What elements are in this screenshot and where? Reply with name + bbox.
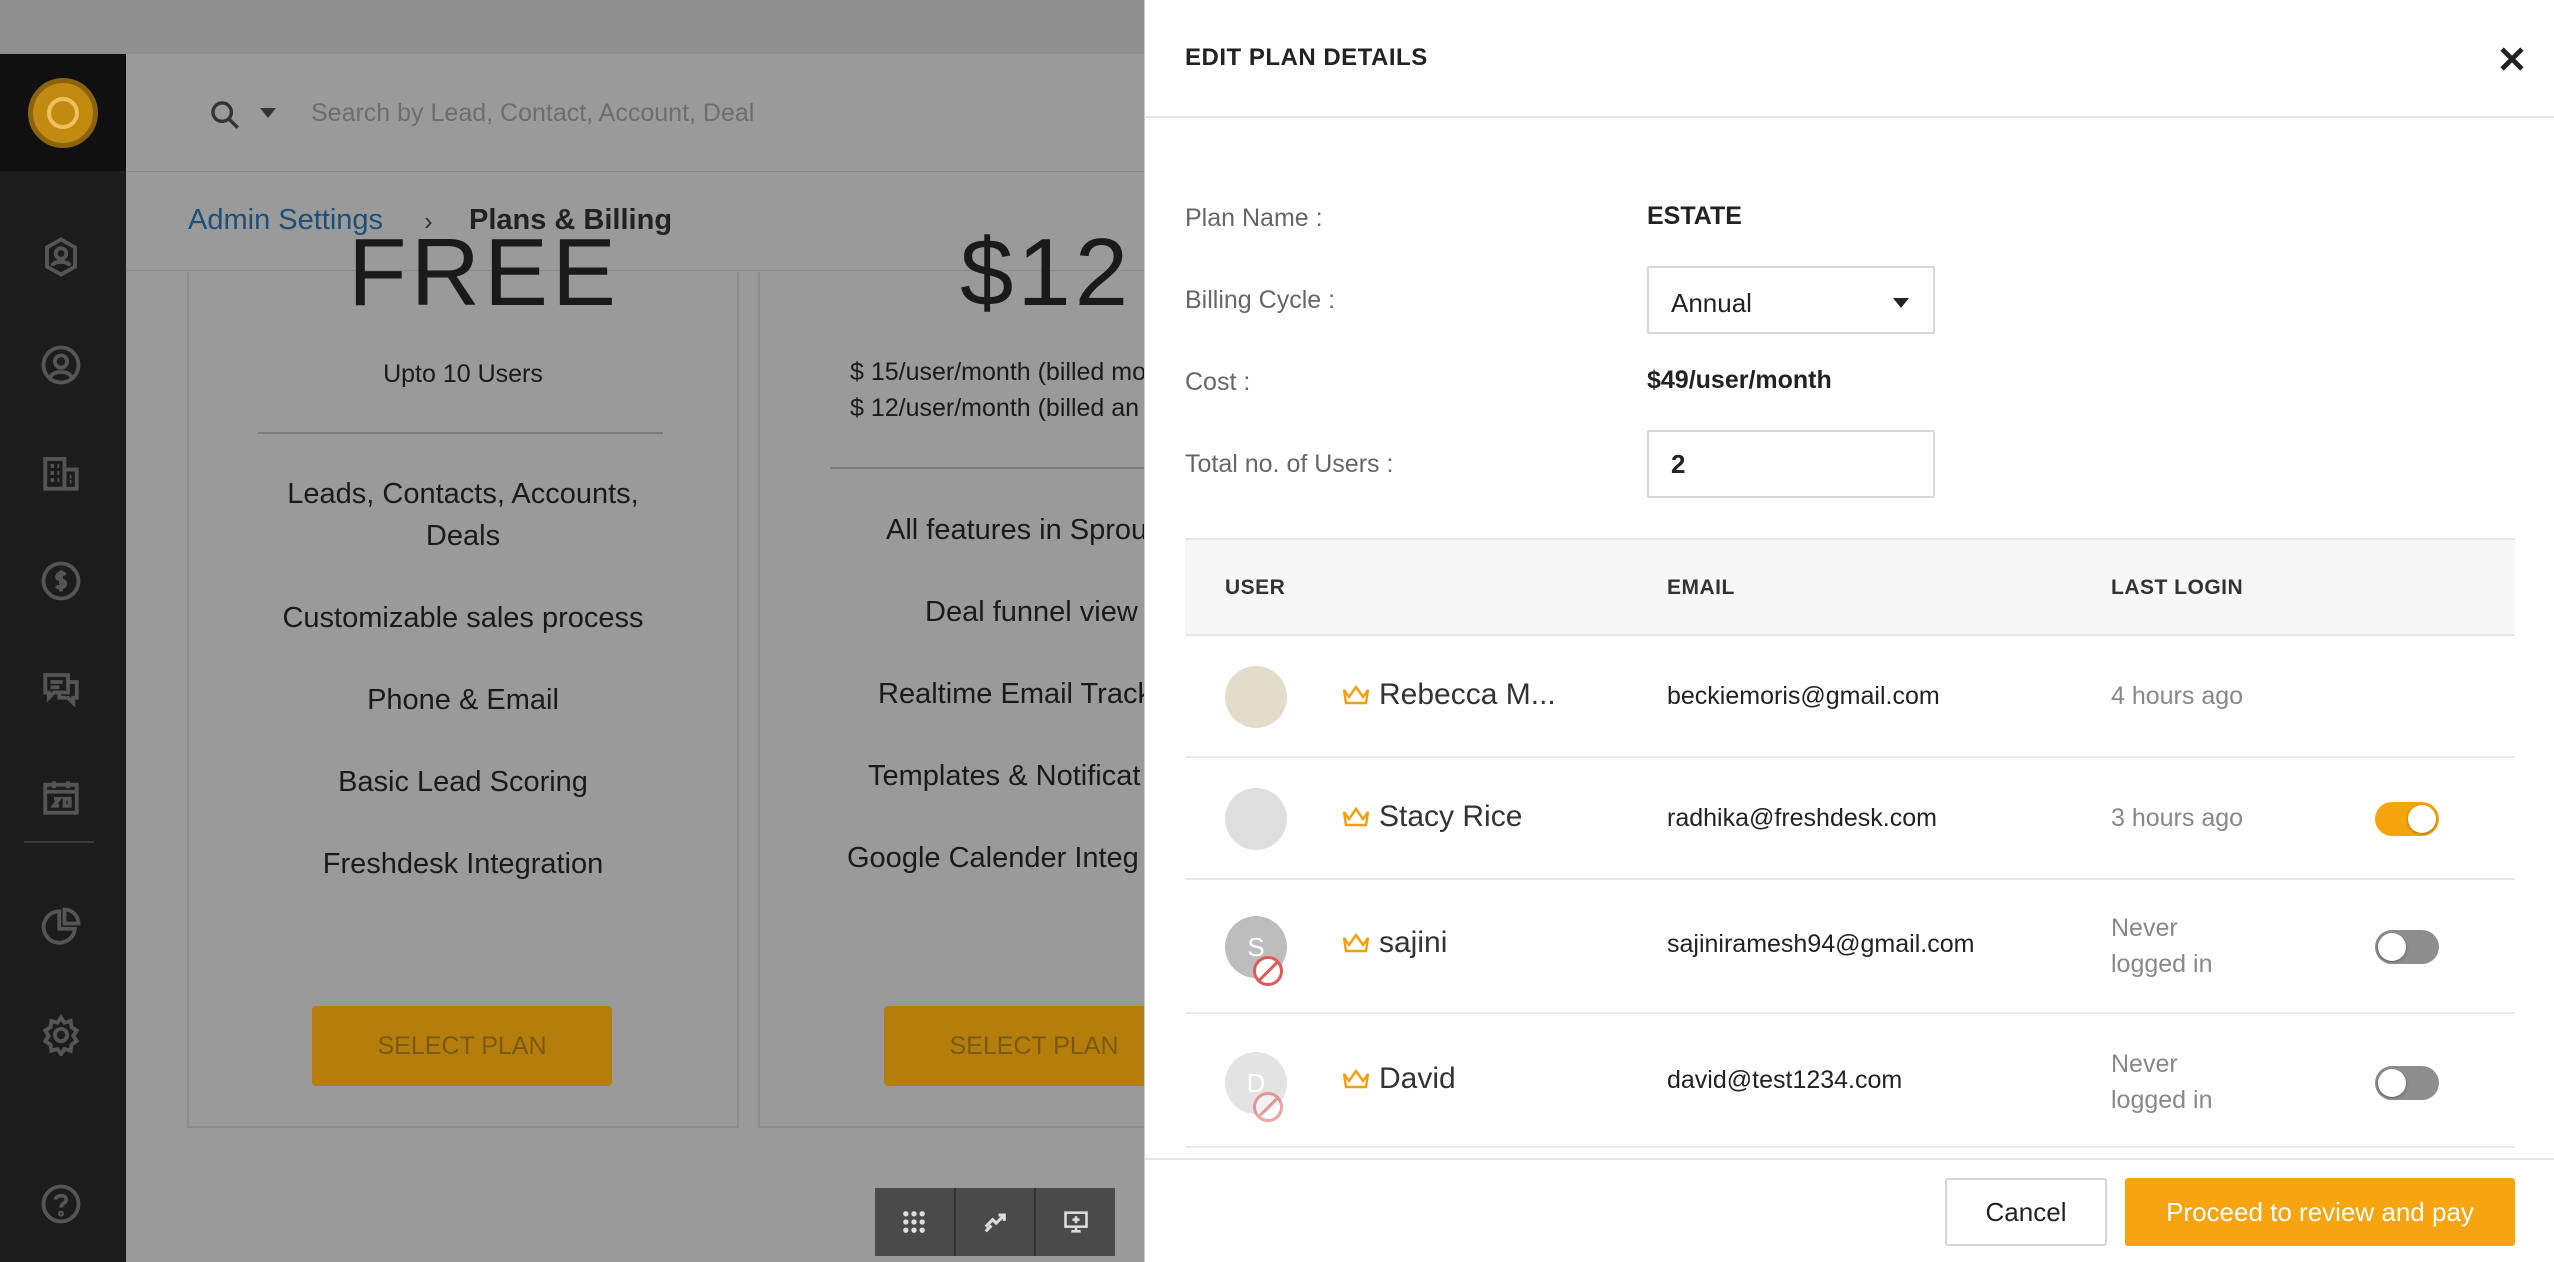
dialpad-icon[interactable] — [875, 1188, 956, 1256]
table-row: Rebecca M... beckiemoris@gmail.com 4 hou… — [1185, 636, 2515, 758]
column-header-last-login: LAST LOGIN — [2111, 576, 2244, 599]
panel-footer: Cancel Proceed to review and pay — [1145, 1158, 2554, 1262]
cost-label: Cost : — [1185, 368, 1251, 396]
crown-icon — [1342, 932, 1370, 953]
user-last-login: Never logged in — [2111, 914, 2213, 978]
plan-feature: Phone & Email — [367, 684, 559, 716]
transfer-icon[interactable] — [956, 1188, 1037, 1256]
billing-cycle-value: Annual — [1671, 288, 1752, 318]
plan-feature: Google Calender Integ — [847, 842, 1139, 874]
billing-cycle-select[interactable]: Annual — [1647, 266, 1935, 334]
plan-name-value: ESTATE — [1647, 202, 1742, 230]
chevron-down-icon — [1893, 298, 1909, 308]
plan-price: FREE — [348, 219, 621, 326]
conversations-icon[interactable] — [38, 666, 84, 712]
plan-users-limit: Upto 10 Users — [383, 360, 543, 388]
plan-feature: Customizable sales process — [282, 602, 644, 634]
help-icon[interactable] — [38, 1181, 84, 1227]
user-last-login: 4 hours ago — [2111, 682, 2244, 710]
total-users-input[interactable] — [1647, 430, 1935, 498]
user-name: Rebecca M... — [1379, 678, 1556, 711]
user-email: radhika@freshdesk.com — [1667, 804, 1937, 832]
select-plan-button[interactable]: SELECT PLAN — [312, 1006, 612, 1086]
user-active-toggle[interactable] — [2375, 930, 2439, 964]
user-email: sajiniramesh94@gmail.com — [1667, 930, 1975, 958]
select-plan-button[interactable]: SELECT PLAN — [884, 1006, 1184, 1086]
table-row: S sajini sajiniramesh94@gmail.com Never … — [1185, 880, 2515, 1014]
plan-feature: Leads, Contacts, Accounts, Deals — [287, 478, 639, 552]
plan-feature: Realtime Email Track — [878, 678, 1152, 710]
search-scope-dropdown-icon[interactable] — [260, 108, 276, 118]
user-active-toggle[interactable] — [2375, 802, 2439, 836]
screen-share-icon[interactable] — [1036, 1188, 1115, 1256]
plan-feature: Deal funnel view — [925, 596, 1138, 628]
left-nav — [0, 54, 126, 1262]
calendar-icon[interactable] — [38, 774, 84, 820]
panel-title: EDIT PLAN DETAILS — [1185, 44, 1428, 71]
billing-cycle-label: Billing Cycle : — [1185, 286, 1336, 314]
crown-icon — [1342, 1068, 1370, 1089]
column-header-email: EMAIL — [1667, 576, 1735, 599]
settings-icon[interactable] — [38, 1012, 84, 1058]
plan-feature: Freshdesk Integration — [322, 848, 604, 880]
user-email: beckiemoris@gmail.com — [1667, 682, 1940, 710]
plan-pricing-monthly: $ 15/user/month (billed mo — [850, 358, 1146, 386]
table-row: D David david@test1234.com Never logged … — [1185, 1014, 2515, 1148]
blocked-icon — [1253, 1092, 1283, 1122]
deals-icon[interactable] — [38, 558, 84, 604]
plan-name-label: Plan Name : — [1185, 204, 1323, 232]
floating-toolbar — [875, 1188, 1115, 1256]
edit-plan-panel: EDIT PLAN DETAILS Plan Name : ESTATE Bil… — [1144, 0, 2554, 1262]
column-header-user: USER — [1225, 576, 1286, 599]
reports-icon[interactable] — [38, 904, 84, 950]
user-name: David — [1379, 1062, 1456, 1095]
user-last-login: Never logged in — [2111, 1050, 2213, 1114]
crown-icon — [1342, 806, 1370, 827]
user-active-toggle[interactable] — [2375, 1066, 2439, 1100]
plan-feature: Basic Lead Scoring — [338, 766, 588, 798]
nav-divider — [24, 841, 94, 843]
cost-value: $49/user/month — [1647, 366, 1832, 394]
blocked-icon — [1253, 956, 1283, 986]
plan-feature: All features in Sprou — [886, 514, 1148, 546]
logo[interactable] — [0, 54, 126, 171]
users-table: USER EMAIL LAST LOGIN Rebecca M... becki… — [1185, 538, 2515, 1158]
plan-feature: Templates & Notificat — [868, 760, 1141, 792]
panel-header: EDIT PLAN DETAILS — [1145, 0, 2554, 118]
plan-pricing-annual: $ 12/user/month (billed an — [850, 394, 1140, 422]
table-row: Stacy Rice radhika@freshdesk.com 3 hours… — [1185, 758, 2515, 880]
proceed-to-review-button[interactable]: Proceed to review and pay — [2125, 1178, 2515, 1246]
user-email: david@test1234.com — [1667, 1066, 1903, 1094]
users-table-header: USER EMAIL LAST LOGIN — [1185, 538, 2515, 636]
search-input[interactable]: Search by Lead, Contact, Account, Deal — [311, 99, 754, 128]
crown-icon — [1342, 684, 1370, 705]
total-users-label: Total no. of Users : — [1185, 450, 1394, 478]
avatar — [1225, 666, 1287, 728]
plan-divider — [258, 432, 663, 434]
close-icon[interactable] — [2495, 42, 2529, 76]
plan-price: $12 — [960, 219, 1133, 326]
plan-divider — [830, 467, 1144, 469]
user-last-login: 3 hours ago — [2111, 804, 2244, 832]
accounts-icon[interactable] — [38, 450, 84, 496]
cancel-button[interactable]: Cancel — [1945, 1178, 2107, 1246]
avatar — [1225, 788, 1287, 850]
search-icon[interactable] — [208, 98, 242, 132]
contacts-icon[interactable] — [38, 342, 84, 388]
leads-icon[interactable] — [38, 234, 84, 280]
user-name: Stacy Rice — [1379, 800, 1523, 833]
user-name: sajini — [1379, 926, 1448, 959]
